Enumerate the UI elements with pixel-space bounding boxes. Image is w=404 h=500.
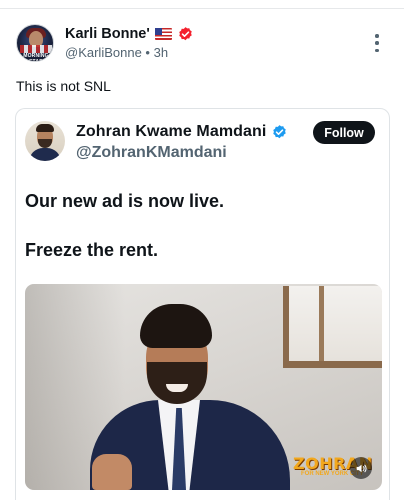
speaker-muted-icon <box>356 464 367 472</box>
quoted-author-name-row: Zohran Kwame Mamdani <box>76 123 288 141</box>
more-dot <box>375 34 379 38</box>
avatar-beard <box>38 139 52 148</box>
author-display-name[interactable]: Karli Bonne' <box>65 26 150 42</box>
quoted-author-handle[interactable]: @ZohranKMamdani <box>76 144 227 162</box>
more-dot <box>375 41 379 45</box>
quoted-post-card[interactable]: Zohran Kwame Mamdani @ZohranKMamdani Fol… <box>15 108 390 500</box>
us-flag-icon <box>154 28 172 40</box>
post-header: MORNING STAR Karli Bonne' @KarliBonne • … <box>16 22 388 64</box>
quoted-author-display-name[interactable]: Zohran Kwame Mamdani <box>76 123 266 141</box>
more-options-icon[interactable] <box>374 34 380 52</box>
mute-toggle-button[interactable] <box>350 457 372 479</box>
person-hand <box>92 454 132 490</box>
author-avatar[interactable]: MORNING STAR <box>16 24 54 62</box>
post-text: This is not SNL <box>16 78 111 94</box>
person-hair <box>140 304 212 348</box>
meta-separator: • <box>145 45 154 60</box>
quoted-text-line-1: Our new ad is now live. <box>25 191 225 211</box>
video-window-frame <box>283 286 382 368</box>
follow-button[interactable]: Follow <box>313 121 375 144</box>
more-dot <box>375 48 379 52</box>
avatar-suit <box>29 148 61 161</box>
avatar-flag-band <box>20 45 52 53</box>
verified-badge-icon <box>273 124 287 138</box>
avatar-hair <box>36 124 54 132</box>
avatar-caption: MORNING STAR <box>23 53 49 62</box>
post-timestamp[interactable]: 3h <box>154 45 168 60</box>
verified-badge-icon <box>179 26 192 40</box>
quoted-author-avatar[interactable] <box>25 121 65 161</box>
video-player[interactable]: ZOHRAN FOR NEW YORK CITY <box>25 284 382 490</box>
quoted-text-line-2: Freeze the rent. <box>25 240 159 260</box>
person-beard <box>147 362 207 404</box>
video-person <box>90 304 290 490</box>
top-divider <box>0 8 404 9</box>
author-name-row: Karli Bonne' <box>65 25 194 43</box>
author-handle[interactable]: @KarliBonne <box>65 45 142 60</box>
author-meta: @KarliBonne • 3h <box>65 45 168 60</box>
